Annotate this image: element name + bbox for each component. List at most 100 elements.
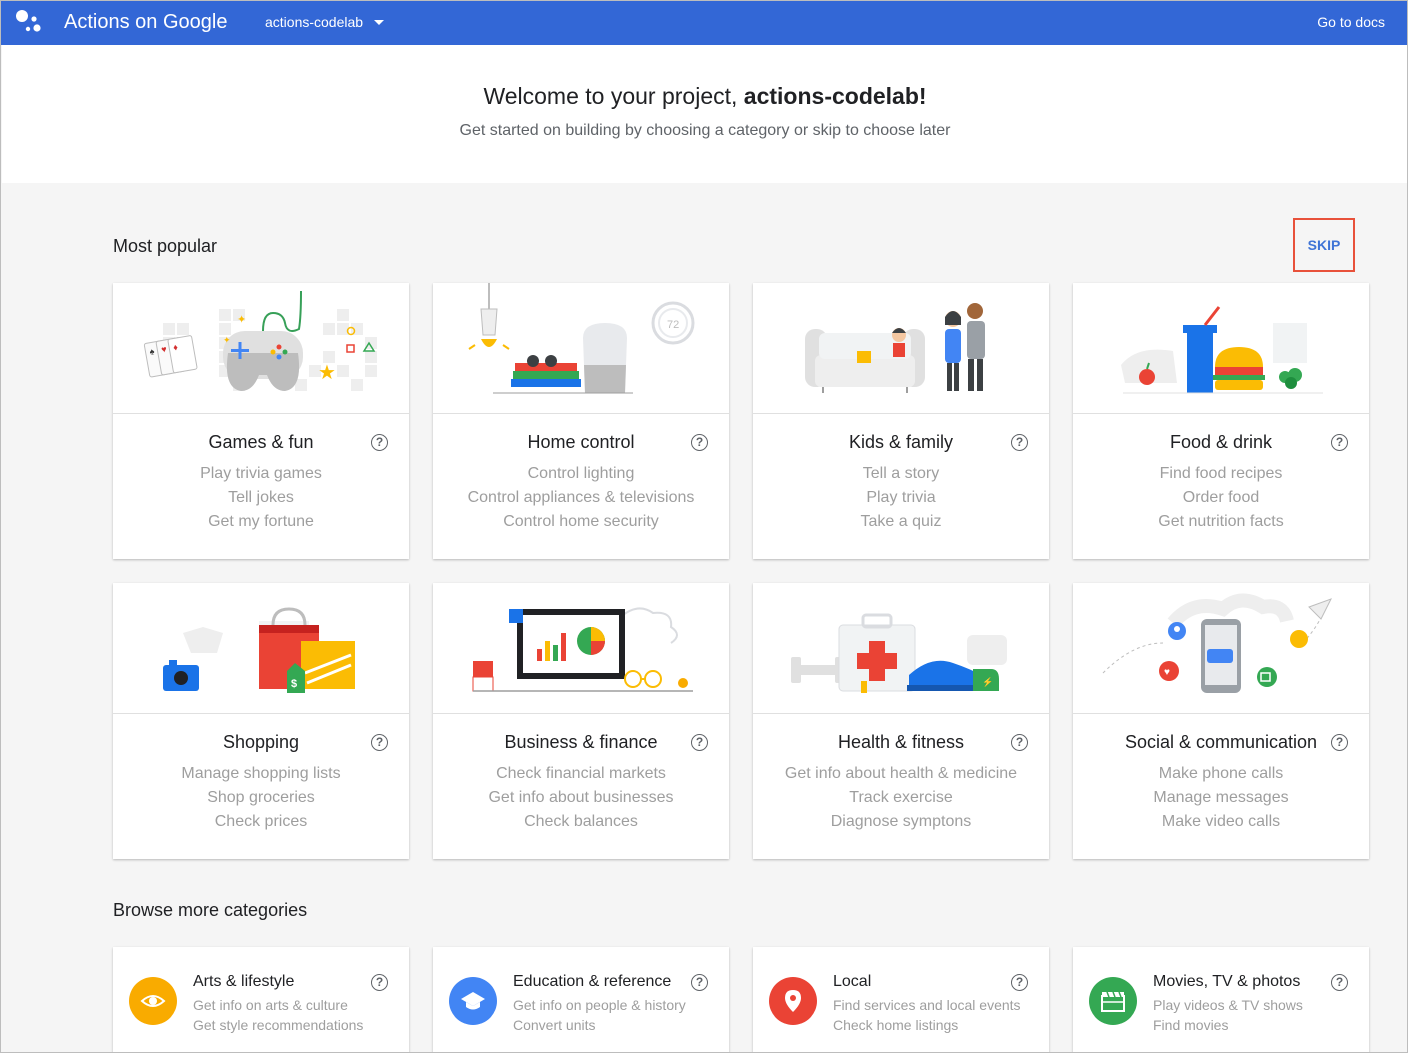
svg-text:⚡: ⚡ [982, 676, 993, 688]
help-icon[interactable]: ? [691, 974, 708, 991]
card-line: Manage shopping lists [181, 765, 341, 782]
card-line: Make video calls [1161, 813, 1281, 830]
card-line: Make phone calls [1158, 765, 1284, 782]
card-line: Check prices [214, 813, 308, 830]
category-item-title: Education & reference [513, 973, 672, 990]
welcome-title-prefix: Welcome to your project, [483, 83, 744, 109]
card-title: Food & drink [1169, 432, 1273, 452]
card-line: Control appliances & televisions [467, 489, 695, 506]
go-to-docs-link[interactable]: Go to docs [1317, 14, 1385, 30]
category-item-line: Play videos & TV shows [1153, 997, 1303, 1013]
card-line: Check balances [524, 813, 638, 830]
card-line: Get nutrition facts [1158, 513, 1284, 530]
brand-title[interactable]: Actions on Google [64, 11, 227, 34]
help-icon[interactable]: ? [691, 734, 708, 751]
card-title: Social & communication [1124, 732, 1318, 752]
map-pin-icon [769, 977, 817, 1025]
help-icon[interactable]: ? [371, 974, 388, 991]
category-item-line: Get style recommendations [193, 1017, 364, 1033]
svg-text:✦: ✦ [223, 335, 231, 345]
category-card-games[interactable]: ♠ ♥ ♦ ✦ ✦ ★ Games & fun ? Play trivia ga… [113, 283, 409, 559]
category-card-kids-family[interactable]: Kids & family ? Tell a story Play trivia… [753, 283, 1049, 559]
category-item-education-reference[interactable]: Education & reference ? Get info on peop… [433, 947, 729, 1052]
category-item-title: Arts & lifestyle [193, 973, 295, 990]
category-item-line: Find movies [1153, 1017, 1229, 1033]
card-line: Get info about businesses [488, 789, 674, 806]
card-line: Play trivia games [200, 465, 322, 482]
welcome-project-name: actions-codelab! [743, 83, 927, 109]
category-card-shopping[interactable]: $ Shopping ? Manage shopping lists Shop … [113, 583, 409, 859]
card-line: Control home security [503, 513, 659, 530]
card-line: Manage messages [1153, 789, 1289, 806]
assistant-logo-icon[interactable] [15, 7, 45, 37]
category-card-home-control[interactable]: 72 Home control ? Control lighting Contr… [433, 283, 729, 559]
card-line: Tell a story [862, 465, 940, 482]
most-popular-heading: Most popular [113, 236, 218, 256]
welcome-subtitle: Get started on building by choosing a ca… [459, 122, 951, 139]
category-item-line: Get info on arts & culture [193, 997, 348, 1013]
category-card-food-drink[interactable]: Food & drink ? Find food recipes Order f… [1073, 283, 1369, 559]
category-card-health-fitness[interactable]: ⚡ Health & fitness ? Get info about heal… [753, 583, 1049, 859]
card-line: Get my fortune [208, 513, 314, 530]
clapperboard-icon [1089, 977, 1137, 1025]
welcome-banner: Welcome to your project, actions-codelab… [2, 45, 1407, 183]
shopping-illustration: $ [113, 583, 409, 714]
eye-icon [129, 977, 177, 1025]
svg-text:★: ★ [318, 362, 336, 384]
help-icon[interactable]: ? [1011, 434, 1028, 451]
project-name: actions-codelab [265, 14, 364, 30]
help-icon[interactable]: ? [1011, 734, 1028, 751]
browse-more-heading: Browse more categories [113, 900, 308, 920]
svg-text:♥: ♥ [1164, 667, 1170, 678]
chevron-down-icon [374, 19, 385, 25]
category-card-business-finance[interactable]: Business & finance ? Check financial mar… [433, 583, 729, 859]
card-title: Home control [527, 432, 635, 452]
help-icon[interactable]: ? [1331, 434, 1348, 451]
svg-text:✦: ✦ [237, 314, 246, 326]
category-item-title: Local [833, 973, 872, 990]
skip-button[interactable]: SKIP [1293, 218, 1355, 272]
food-drink-illustration [1073, 283, 1369, 414]
games-illustration: ♠ ♥ ♦ ✦ ✦ ★ [113, 283, 409, 414]
card-title: Games & fun [208, 432, 314, 452]
help-icon[interactable]: ? [371, 434, 388, 451]
category-item-line: Find services and local events [833, 997, 1021, 1013]
svg-text:72: 72 [667, 319, 679, 331]
category-item-title: Movies, TV & photos [1153, 973, 1301, 990]
help-icon[interactable]: ? [1331, 974, 1348, 991]
project-selector[interactable]: actions-codelab [265, 14, 385, 30]
card-line: Tell jokes [228, 489, 294, 506]
card-line: Check financial markets [496, 765, 666, 782]
help-icon[interactable]: ? [1011, 974, 1028, 991]
card-title: Business & finance [504, 732, 658, 752]
health-fitness-illustration: ⚡ [753, 583, 1049, 714]
category-item-line: Check home listings [833, 1017, 959, 1033]
card-title: Kids & family [848, 432, 954, 452]
welcome-title: Welcome to your project, actions-codelab… [2, 83, 1407, 110]
card-line: Diagnose symptons [830, 813, 972, 830]
card-line: Control lighting [527, 465, 635, 482]
category-item-line: Convert units [513, 1017, 596, 1033]
social-communication-illustration: ♥ [1073, 583, 1369, 714]
card-line: Shop groceries [207, 789, 315, 806]
card-line: Play trivia [866, 489, 936, 506]
category-item-local[interactable]: Local ? Find services and local events C… [753, 947, 1049, 1052]
home-control-illustration: 72 [433, 283, 729, 414]
page-frame: Actions on Google actions-codelab Go to … [0, 0, 1408, 1053]
help-icon[interactable]: ? [371, 734, 388, 751]
card-line: Track exercise [849, 789, 953, 806]
card-title: Shopping [222, 732, 300, 752]
card-title: Health & fitness [837, 732, 965, 752]
category-item-movies-tv-photos[interactable]: Movies, TV & photos ? Play videos & TV s… [1073, 947, 1369, 1052]
card-line: Take a quiz [860, 513, 942, 530]
category-item-arts-lifestyle[interactable]: Arts & lifestyle ? Get info on arts & cu… [113, 947, 409, 1052]
category-item-line: Get info on people & history [513, 997, 686, 1013]
kids-family-illustration [753, 283, 1049, 414]
business-finance-illustration [433, 583, 729, 714]
help-icon[interactable]: ? [691, 434, 708, 451]
card-line: Order food [1182, 489, 1260, 506]
card-line: Get info about health & medicine [784, 765, 1018, 782]
card-line: Find food recipes [1159, 465, 1283, 482]
category-card-social-communication[interactable]: ♥ Social & communication ? Make phone ca… [1073, 583, 1369, 859]
help-icon[interactable]: ? [1331, 734, 1348, 751]
